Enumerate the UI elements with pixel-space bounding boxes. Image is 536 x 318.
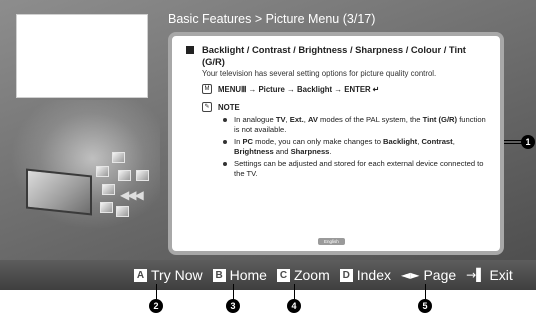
home-button[interactable]: B Home [212,267,267,283]
callout-leader-line [233,284,234,300]
language-tag: English [318,238,345,245]
decorative-arrows-icon: ◀◀◀ [120,188,144,202]
e-manual-screen: ◀◀◀ Basic Features > Picture Menu (3/17)… [0,0,536,290]
callout-leader-line [504,140,522,141]
app-tile-icon [102,184,115,195]
note-item: Settings can be adjusted and stored for … [223,159,490,179]
section-description: Your television has several setting opti… [202,69,437,78]
note-icon: ✎ [202,102,212,112]
page-button[interactable]: ◄► Page [401,267,456,283]
section-title: Backlight / Contrast / Brightness / Shar… [186,44,490,68]
menu-path-text: MENUⅢ → Picture → Backlight → ENTER [218,84,371,94]
bottom-button-bar: A Try Now B Home C Zoom D Index ◄► Page … [0,260,536,290]
note-heading: ✎ NOTE [202,102,490,112]
next-page-arrow-icon[interactable]: ► [490,138,497,147]
try-now-label: Try Now [151,267,203,283]
zoom-label: Zoom [293,267,330,283]
app-tile-icon [136,170,149,181]
app-tile-icon [112,152,125,163]
note-item: In PC mode, you can only make changes to… [223,137,490,157]
breadcrumb: Basic Features > Picture Menu (3/17) [168,12,376,26]
callout-leader-line [504,143,522,144]
previous-page-arrow-icon[interactable]: ◄ [174,138,181,147]
callout-leader-line [294,284,295,300]
square-bullet-icon [186,46,194,54]
callout-leader-line [156,284,157,300]
exit-label: Exit [489,267,513,283]
callout-number-5: 5 [418,299,432,313]
zoom-button[interactable]: C Zoom [276,267,330,283]
left-right-arrows-icon: ◄► [401,268,420,282]
note-list: In analogue TV, Ext., AV modes of the PA… [223,115,490,179]
preview-window [16,14,148,98]
callout-number-4: 4 [287,299,301,313]
callout-number-3: 3 [226,299,240,313]
app-tile-icon [118,170,131,181]
enter-icon: ↵ [372,84,380,94]
note-label: NOTE [218,102,240,112]
index-button[interactable]: D Index [339,267,391,283]
menu-path-icon: M [202,84,212,94]
index-label: Index [356,267,391,283]
app-tile-icon [96,166,109,177]
callout-number-1: 1 [521,135,535,149]
try-now-button[interactable]: A Try Now [134,267,203,283]
page-label: Page [423,267,457,283]
b-key-icon: B [212,268,226,282]
menu-path: M MENUⅢ → Picture → Backlight → ENTER ↵ [202,84,490,94]
note-item: In analogue TV, Ext., AV modes of the PA… [223,115,490,135]
manual-content-panel: Backlight / Contrast / Brightness / Shar… [168,32,504,255]
a-key-icon: A [134,268,147,282]
d-key-icon: D [339,268,353,282]
home-label: Home [229,267,267,283]
c-key-icon: C [276,268,290,282]
exit-icon: →▌ [466,268,486,282]
exit-button[interactable]: →▌ Exit [466,267,513,283]
app-tile-icon [116,206,129,217]
tv-illustration-icon [26,168,92,216]
section-title-text: Backlight / Contrast / Brightness / Shar… [202,44,466,67]
app-tile-icon [100,202,113,213]
callout-number-2: 2 [149,299,163,313]
callout-leader-line [425,284,426,300]
